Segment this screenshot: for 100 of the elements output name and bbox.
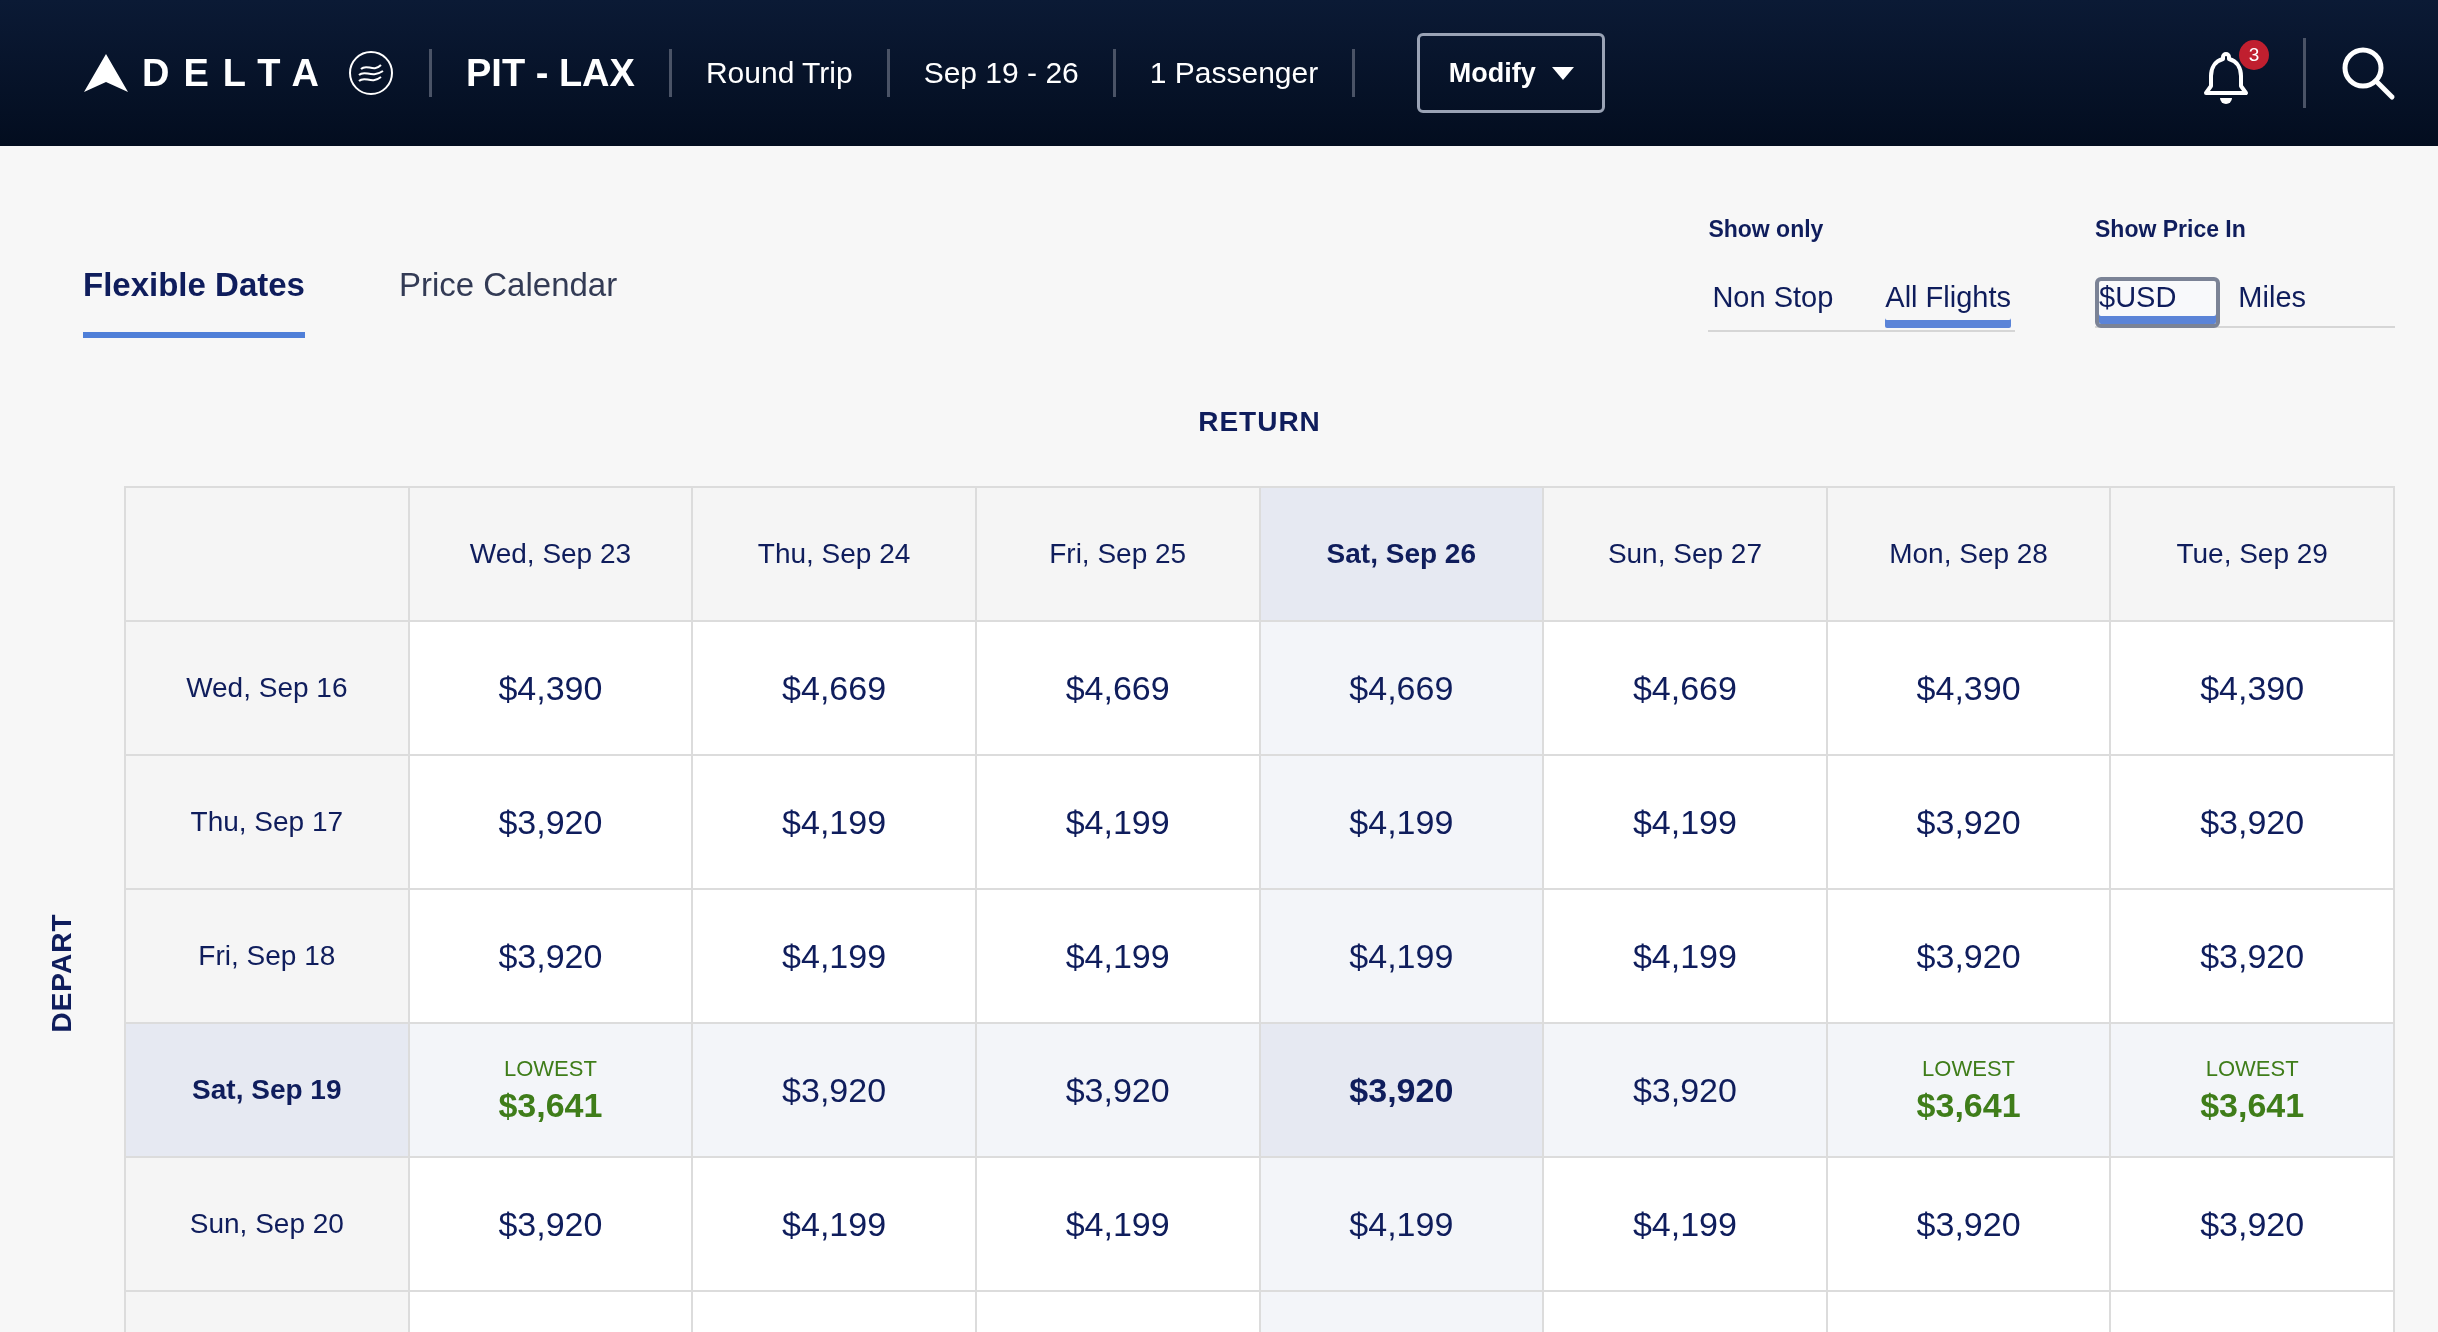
price-cell[interactable]: $4,390 bbox=[2111, 622, 2395, 756]
swirl-logo-icon bbox=[347, 49, 395, 97]
fare-price: $4,390 bbox=[2200, 668, 2305, 708]
fare-price: $4,669 bbox=[1349, 668, 1454, 708]
triangle-logo-icon bbox=[84, 54, 128, 92]
notification-count: 3 bbox=[2239, 40, 2269, 70]
price-cell[interactable]: $4,199 bbox=[693, 1158, 977, 1292]
fare-price: $4,199 bbox=[1632, 936, 1737, 976]
fare-price: $3,641 bbox=[2200, 1085, 2305, 1125]
price-cell[interactable]: $4,390 bbox=[1827, 622, 2112, 756]
trip-type-text: Round Trip bbox=[705, 56, 853, 90]
filter-title: Show only bbox=[1708, 216, 1825, 243]
currency-option[interactable]: Miles bbox=[2234, 277, 2351, 328]
lowest-tag: LOWEST bbox=[2205, 1055, 2299, 1082]
fare-price: $3,920 bbox=[1916, 936, 2021, 976]
price-cell[interactable]: $3,920 bbox=[1827, 890, 2112, 1024]
lowest-tag: LOWEST bbox=[1922, 1055, 2015, 1082]
fare-price: $3,920 bbox=[2200, 936, 2305, 976]
fare-price: $4,390 bbox=[1916, 668, 2021, 708]
price-cell[interactable]: $4,199 bbox=[693, 756, 977, 890]
price-cell[interactable]: $4,669 bbox=[1260, 622, 1545, 756]
depart-date-header: Fri, Sep 18 bbox=[126, 890, 410, 1024]
fare-price: $3,920 bbox=[2200, 1204, 2305, 1244]
return-date-header: Wed, Sep 23 bbox=[409, 488, 694, 622]
caret-icon bbox=[1551, 66, 1574, 80]
depart-date-header: Sat, Sep 19 bbox=[126, 1024, 410, 1158]
currency-option[interactable]: $USD bbox=[2095, 277, 2221, 328]
price-cell[interactable]: $3,920 bbox=[1827, 1158, 2112, 1292]
fare-price: $3,920 bbox=[1065, 1070, 1170, 1110]
fare-price: $4,199 bbox=[1349, 802, 1454, 842]
price-cell[interactable]: LOWEST $3,641 bbox=[1827, 1024, 2112, 1158]
fare-price: $4,199 bbox=[782, 936, 887, 976]
depart-date-header: Thu, Sep 17 bbox=[126, 756, 410, 890]
price-cell[interactable]: $4,199 bbox=[693, 890, 977, 1024]
price-cell[interactable]: $4,199 bbox=[976, 890, 1261, 1024]
return-date-header: Thu, Sep 24 bbox=[693, 488, 977, 622]
fare-price: $4,199 bbox=[782, 802, 887, 842]
return-date-header: Tue, Sep 29 bbox=[2111, 488, 2395, 622]
price-cell[interactable]: $4,199 bbox=[1544, 890, 1828, 1024]
fare-price: $3,920 bbox=[2200, 802, 2305, 842]
fare-price: $4,199 bbox=[1632, 802, 1737, 842]
price-cell[interactable]: $3,920 bbox=[976, 1024, 1261, 1158]
price-cell[interactable]: $4,199 bbox=[976, 1158, 1261, 1292]
dates-text: Sep 19 - 26 bbox=[923, 56, 1079, 90]
view-tab[interactable]: Flexible Dates bbox=[83, 266, 305, 338]
price-cell[interactable]: LOWEST $3,641 bbox=[409, 1024, 694, 1158]
notifications-button[interactable]: 3 bbox=[2203, 40, 2269, 106]
price-cell[interactable]: $3,920 bbox=[693, 1024, 977, 1158]
fare-price: $3,920 bbox=[498, 936, 603, 976]
passengers-text: 1 Passenger bbox=[1149, 56, 1319, 90]
price-cell[interactable]: $4,669 bbox=[1544, 622, 1828, 756]
price-cell[interactable]: $4,199 bbox=[1544, 756, 1828, 890]
fare-price: $4,199 bbox=[1632, 1204, 1737, 1244]
price-cell[interactable]: $4,669 bbox=[693, 622, 977, 756]
fare-price: $3,641 bbox=[1916, 1085, 2021, 1125]
return-date-header: Sat, Sep 26 bbox=[1260, 488, 1545, 622]
price-cell[interactable]: $3,920 bbox=[409, 756, 694, 890]
fare-price: $4,199 bbox=[1349, 1204, 1454, 1244]
return-date-header: Mon, Sep 28 bbox=[1827, 488, 2112, 622]
depart-label: DEPART bbox=[46, 913, 78, 1033]
price-cell[interactable]: $3,920 bbox=[2111, 1158, 2395, 1292]
fare-price: $4,199 bbox=[782, 1204, 887, 1244]
price-cell[interactable]: $4,669 bbox=[976, 622, 1261, 756]
price-cell[interactable]: $3,920 bbox=[1544, 1024, 1828, 1158]
fare-price: $4,669 bbox=[1632, 668, 1737, 708]
fare-price: $3,920 bbox=[498, 802, 603, 842]
search-icon bbox=[2340, 45, 2396, 101]
depart-date-header: Wed, Sep 16 bbox=[126, 622, 410, 756]
price-cell[interactable]: $3,920 bbox=[1827, 756, 2112, 890]
bell-icon bbox=[2203, 50, 2249, 106]
price-cell[interactable]: $4,199 bbox=[1544, 1158, 1828, 1292]
return-date-header: Fri, Sep 25 bbox=[976, 488, 1261, 622]
price-cell[interactable]: $3,920 bbox=[409, 1158, 694, 1292]
brand-name: DELTA bbox=[142, 51, 333, 95]
fare-price: $3,641 bbox=[498, 1085, 603, 1125]
fare-price: $4,390 bbox=[498, 668, 603, 708]
price-cell[interactable]: $3,920 bbox=[409, 890, 694, 1024]
fare-price: $4,669 bbox=[782, 668, 887, 708]
fare-price: $4,199 bbox=[1065, 802, 1170, 842]
return-label: RETURN bbox=[1197, 406, 1322, 439]
filter-title: Show Price In bbox=[2095, 216, 2247, 243]
price-cell[interactable]: $4,199 bbox=[1260, 890, 1545, 1024]
price-cell[interactable]: LOWEST $3,641 bbox=[2111, 1024, 2395, 1158]
fare-price: $4,669 bbox=[1065, 668, 1170, 708]
stops-option[interactable]: All Flights bbox=[1881, 277, 2015, 332]
fare-price: $4,199 bbox=[1349, 936, 1454, 976]
price-cell[interactable]: $4,199 bbox=[1260, 1158, 1545, 1292]
return-date-header: Sun, Sep 27 bbox=[1544, 488, 1828, 622]
price-cell[interactable]: $3,920 bbox=[1260, 1024, 1545, 1158]
price-cell[interactable]: $3,920 bbox=[2111, 890, 2395, 1024]
stops-option[interactable]: Non Stop bbox=[1708, 277, 1838, 332]
price-cell[interactable]: $4,199 bbox=[1260, 756, 1545, 890]
search-button[interactable] bbox=[2340, 45, 2396, 101]
price-cell[interactable]: $3,920 bbox=[2111, 756, 2395, 890]
modify-button[interactable]: Modify bbox=[1417, 33, 1606, 113]
view-tab[interactable]: Price Calendar bbox=[398, 266, 618, 338]
fare-price: $3,920 bbox=[1916, 1204, 2021, 1244]
price-cell[interactable]: $4,390 bbox=[409, 622, 694, 756]
route-text: PIT - LAX bbox=[466, 51, 635, 95]
price-cell[interactable]: $4,199 bbox=[976, 756, 1261, 890]
